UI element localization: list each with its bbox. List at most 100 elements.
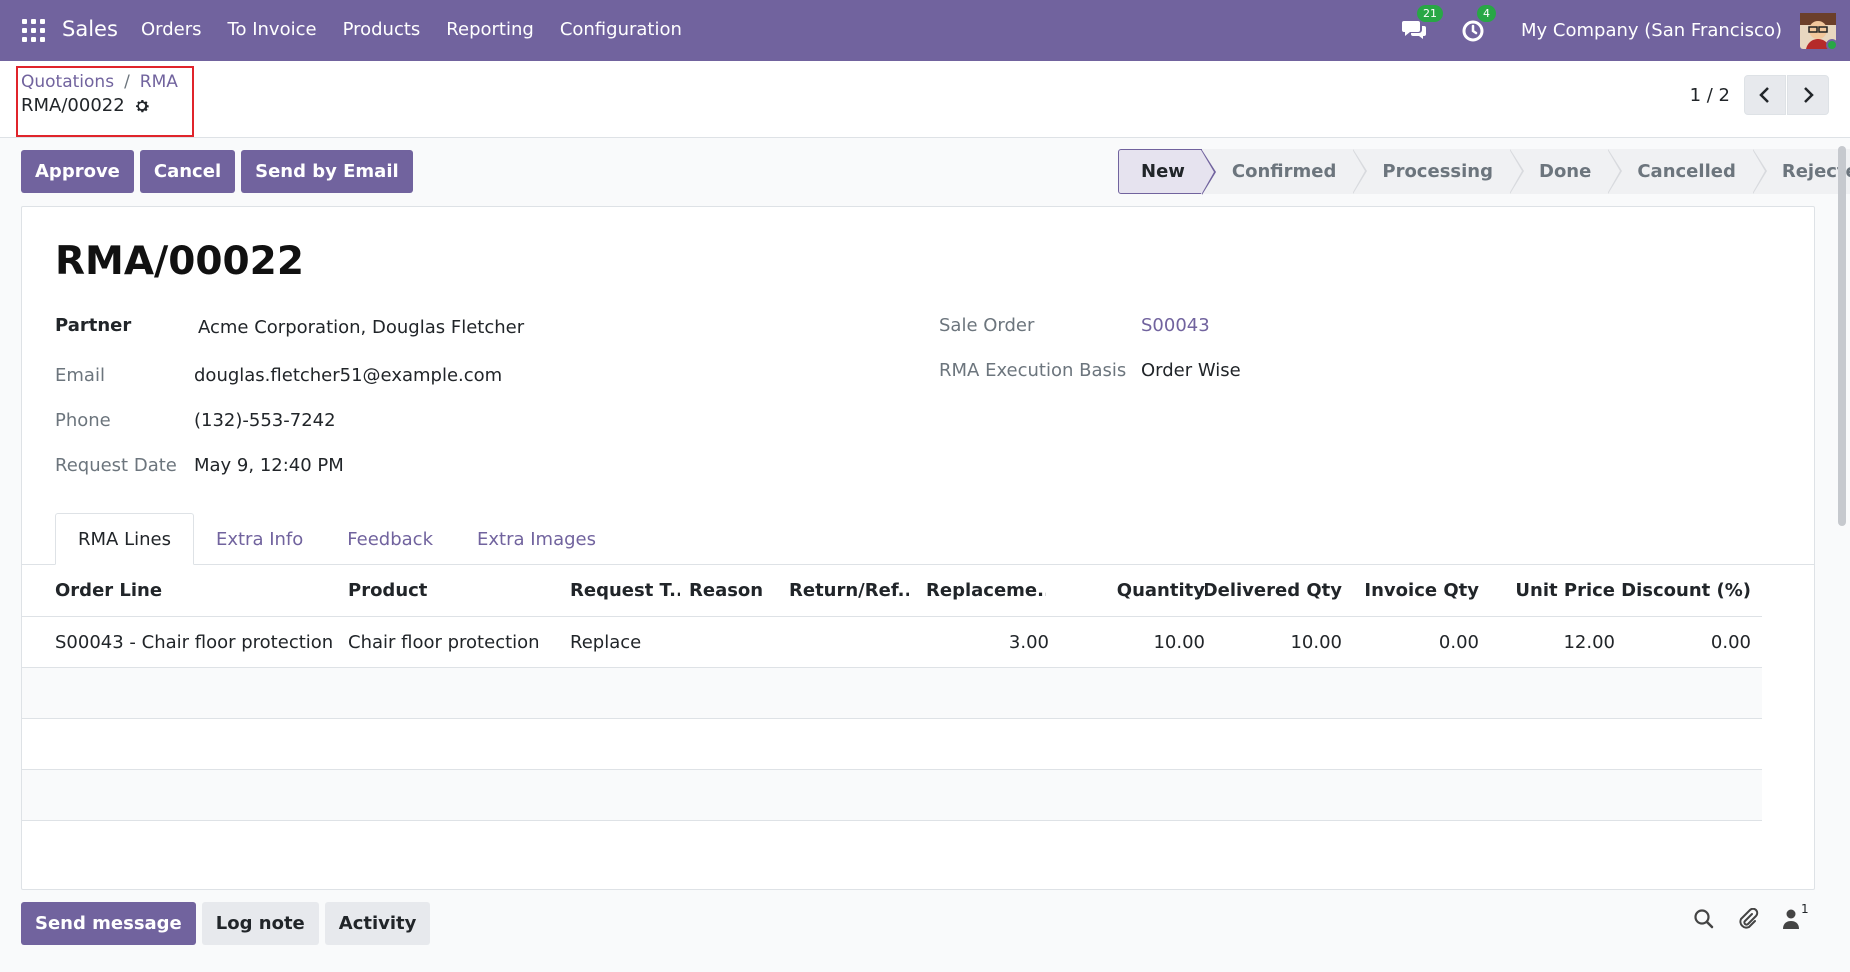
pager-value[interactable]: 1 / 2 [1690,85,1730,106]
stage-new[interactable]: New [1118,149,1216,195]
column-header[interactable]: Unit Price [1479,565,1615,616]
unit-price-cell: 12.00 [1563,631,1615,653]
cancel-button[interactable]: Cancel [139,150,236,193]
column-header[interactable]: Reason [689,565,769,616]
breadcrumb-current: RMA/00022 [21,95,151,116]
search-icon [1694,909,1714,929]
rma-lines-table: Order Line Product Request T... Reason R… [22,565,1762,821]
return-refund-cell [789,617,909,667]
product-cell: Chair floor protection [348,631,540,653]
phone-field[interactable]: (132)-553-7242 [194,410,336,431]
execution-basis-field[interactable]: Order Wise [1141,360,1241,381]
sale-order-link[interactable]: S00043 [1141,315,1210,336]
request-type-cell: Replace [570,631,642,653]
breadcrumb-quotations[interactable]: Quotations [21,72,114,92]
menu-reporting[interactable]: Reporting [446,19,534,40]
replacement-cell: 3.00 [1008,631,1049,653]
approve-button[interactable]: Approve [21,150,134,193]
empty-table-row [22,770,1762,821]
column-header[interactable]: Return/Ref... [789,565,909,616]
send-message-button[interactable]: Send message [21,902,196,945]
column-header[interactable]: Delivered Qty [1205,565,1342,616]
pager-next-button[interactable] [1787,75,1829,115]
request-date-field[interactable]: May 9, 12:40 PM [194,455,344,476]
column-header[interactable]: Invoice Qty [1342,565,1479,616]
chatter-tools: 1 [1693,902,1809,932]
empty-table-row [22,668,1762,719]
menu-products[interactable]: Products [343,19,421,40]
stage-confirmed[interactable]: Confirmed [1201,149,1368,194]
send-by-email-button[interactable]: Send by Email [241,150,413,193]
quantity-cell: 10.00 [1153,631,1205,653]
execution-basis-label: RMA Execution Basis [939,360,1127,381]
menu-configuration[interactable]: Configuration [560,19,682,40]
current-record-name: RMA/00022 [21,95,125,116]
activities-count-badge: 4 [1477,4,1497,22]
chatter-buttons: Send message Log note Activity [21,902,431,945]
company-switcher[interactable]: My Company (San Francisco) [1521,20,1782,41]
stage-label: Confirmed [1231,161,1337,182]
pager: 1 / 2 [1690,75,1829,115]
tab-feedback[interactable]: Feedback [325,513,455,565]
paperclip-icon [1739,907,1759,929]
column-header[interactable]: Quantity [1062,565,1205,616]
discount-cell: 0.00 [1710,631,1751,653]
partner-label: Partner [55,315,132,336]
stage-label: Processing [1382,161,1493,182]
followers-count: 1 [1801,902,1809,916]
menu-to-invoice[interactable]: To Invoice [228,19,317,40]
page-scrollbar[interactable] [1838,146,1846,526]
chevron-left-icon [1759,87,1769,103]
menu-orders[interactable]: Orders [141,19,202,40]
systray: 21 4 My Company (San Francisco) [1401,0,1850,61]
tab-extra-info[interactable]: Extra Info [194,513,325,565]
activities-button[interactable]: 4 [1461,4,1497,45]
log-note-button[interactable]: Log note [201,902,319,945]
chevron-right-icon [1804,87,1814,103]
column-header[interactable]: Request T... [570,565,680,616]
request-date-label: Request Date [55,455,177,476]
stage-label: New [1141,161,1185,182]
tab-extra-images[interactable]: Extra Images [455,513,618,565]
messages-count-badge: 21 [1417,4,1444,22]
stage-processing[interactable]: Processing [1352,149,1524,194]
sale-order-label: Sale Order [939,315,1035,336]
breadcrumb-separator: / [124,72,130,92]
form-sheet: RMA/00022 Partner Acme Corporation, Doug… [21,206,1815,890]
breadcrumb-rma[interactable]: RMA [140,72,178,92]
table-row[interactable]: S00043 - Chair floor protection... Chair… [22,617,1762,668]
main-menu: Orders To Invoice Products Reporting Con… [141,19,708,40]
column-header[interactable]: Order Line [55,565,335,616]
order-line-cell: S00043 - Chair floor protection... [55,631,335,653]
apps-grid-icon[interactable] [22,19,45,42]
column-header[interactable]: Discount (%) [1615,565,1751,616]
followers-button[interactable]: 1 [1781,902,1809,932]
email-field[interactable]: douglas.fletcher51@example.com [194,365,502,386]
column-header[interactable]: Product [348,565,548,616]
breadcrumb: Quotations / RMA [21,72,178,92]
status-bar: New Confirmed Processing Done Cancelled … [1118,149,1850,195]
activity-button[interactable]: Activity [324,902,431,945]
gear-icon[interactable] [133,97,151,115]
attachments-button[interactable] [1737,907,1761,932]
record-title: RMA/00022 [55,239,304,284]
user-avatar[interactable] [1800,12,1838,51]
search-messages-button[interactable] [1693,908,1717,932]
app-name[interactable]: Sales [62,17,118,41]
invoice-qty-cell: 0.00 [1438,631,1479,653]
reason-cell [689,617,769,667]
online-status-dot [1826,38,1838,51]
top-navbar: Sales Orders To Invoice Products Reporti… [0,0,1850,61]
column-header[interactable]: Replaceme... [926,565,1046,616]
user-icon [1783,909,1799,929]
pager-previous-button[interactable] [1744,75,1786,115]
stage-cancelled[interactable]: Cancelled [1607,149,1767,194]
control-panel: Quotations / RMA RMA/00022 1 / 2 [0,61,1850,138]
messages-button[interactable]: 21 [1401,4,1444,45]
email-label: Email [55,365,105,386]
table-header-row: Order Line Product Request T... Reason R… [22,565,1762,617]
phone-label: Phone [55,410,111,431]
delivered-qty-cell: 10.00 [1290,631,1342,653]
partner-field[interactable]: Acme Corporation, Douglas Fletcher [198,317,524,338]
tab-rma-lines[interactable]: RMA Lines [55,513,194,565]
